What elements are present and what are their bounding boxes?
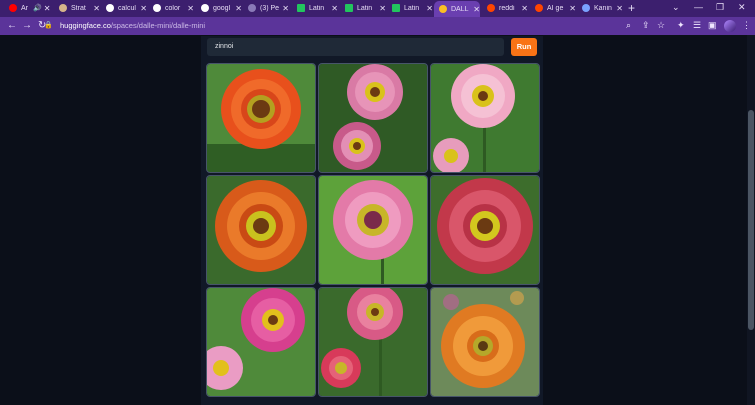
tab-search-icon[interactable]: ⌄ (672, 2, 680, 13)
generated-image-3[interactable] (430, 63, 540, 173)
tab-title: (3) Pe (260, 4, 280, 12)
page-icon (59, 4, 67, 12)
close-icon[interactable]: ✕ (569, 4, 576, 13)
close-icon[interactable]: ✕ (187, 4, 194, 13)
bookmark-star-icon[interactable]: ☆ (657, 20, 665, 31)
generated-image-5[interactable] (318, 175, 428, 285)
reddit-icon (487, 4, 495, 12)
generated-image-2[interactable] (318, 63, 428, 173)
tab-title: reddi (499, 4, 515, 12)
close-icon[interactable]: ✕ (473, 5, 480, 14)
tab-9[interactable]: Latin ✕ (387, 1, 433, 15)
minimize-icon[interactable]: — (694, 2, 703, 12)
generated-image-9[interactable] (430, 287, 540, 397)
close-icon[interactable]: ✕ (616, 4, 623, 13)
tab-1[interactable]: Ar 🔊 ✕ (4, 1, 52, 15)
tab-title: color (165, 4, 181, 12)
tab-7[interactable]: Latin ✕ (292, 1, 338, 15)
youtube-icon (9, 4, 17, 12)
tab-title: AI ge (547, 4, 564, 12)
lock-icon[interactable]: 🔒 (44, 19, 53, 33)
google-icon (153, 4, 161, 12)
new-tab-button[interactable]: + (628, 1, 635, 15)
tab-title: Latin (357, 4, 373, 12)
close-icon[interactable]: ✕ (426, 4, 433, 13)
tab-5[interactable]: googl ✕ (196, 1, 242, 15)
zoom-icon[interactable]: ⌕ (626, 20, 631, 31)
address-bar[interactable]: 🔒 huggingface.co/spaces/dalle-mini/dalle… (44, 19, 570, 33)
tab-title: Latin (309, 4, 325, 12)
tab-4[interactable]: color ✕ (148, 1, 194, 15)
forward-icon[interactable]: → (22, 20, 32, 31)
extensions-icon[interactable]: ✦ (677, 20, 685, 31)
run-button[interactable]: Run (511, 38, 537, 56)
tab-title: Ar (21, 4, 28, 12)
reading-list-icon[interactable]: ☰ (693, 20, 701, 31)
tab-6[interactable]: (3) Pe ✕ (243, 1, 289, 15)
page-icon (582, 4, 590, 12)
side-panel-icon[interactable]: ▣ (708, 20, 717, 31)
google-icon (106, 4, 114, 12)
hugging-face-icon (439, 5, 447, 13)
tab-3[interactable]: calcul ✕ (101, 1, 147, 15)
share-icon[interactable]: ⇪ (642, 20, 650, 31)
menu-icon[interactable]: ⋮ (742, 20, 751, 31)
prompt-input[interactable]: zinnoi (207, 38, 504, 56)
maximize-icon[interactable]: ❐ (716, 2, 724, 13)
tab-title: Strat (71, 4, 86, 12)
tab-13[interactable]: Kanin ✕ (577, 1, 623, 15)
close-window-icon[interactable]: ✕ (738, 2, 746, 13)
l-icon (345, 4, 353, 12)
tab-title: DALL (451, 5, 469, 13)
close-icon[interactable]: ✕ (331, 4, 338, 13)
url-path: /spaces/dalle-mini/dalle-mini (110, 21, 206, 30)
tab-11[interactable]: reddi ✕ (482, 1, 528, 15)
tab-title: Latin (404, 4, 420, 12)
close-icon[interactable]: ✕ (235, 4, 242, 13)
l-icon (392, 4, 400, 12)
address-toolbar: ← → ↻ 🔒 huggingface.co/spaces/dalle-mini… (0, 17, 755, 35)
generated-image-1[interactable] (206, 63, 316, 173)
generated-image-6[interactable] (430, 175, 540, 285)
generated-image-4[interactable] (206, 175, 316, 285)
back-icon[interactable]: ← (7, 20, 17, 31)
scrollbar-thumb[interactable] (748, 110, 754, 330)
tab-title: calcul (118, 4, 136, 12)
url-host: huggingface.co (60, 21, 111, 30)
close-icon[interactable]: ✕ (379, 4, 386, 13)
tab-8[interactable]: Latin ✕ (340, 1, 386, 15)
close-icon[interactable]: ✕ (282, 4, 289, 13)
l-icon (297, 4, 305, 12)
tab-title: Kanin (594, 4, 612, 12)
close-icon[interactable]: ✕ (93, 4, 100, 13)
close-icon[interactable]: ✕ (140, 4, 147, 13)
page-icon (248, 4, 256, 12)
google-icon (201, 4, 209, 12)
tab-title: googl (213, 4, 231, 12)
reddit-icon (535, 4, 543, 12)
generated-image-7[interactable] (206, 287, 316, 397)
generated-image-8[interactable] (318, 287, 428, 397)
tab-12[interactable]: AI ge ✕ (530, 1, 576, 15)
tab-10[interactable]: DALL ✕ (434, 1, 480, 17)
close-icon[interactable]: ✕ (44, 4, 51, 13)
audio-icon[interactable]: 🔊 (33, 4, 42, 12)
close-icon[interactable]: ✕ (521, 4, 528, 13)
tab-2[interactable]: Strat ✕ (54, 1, 100, 15)
tab-strip: Ar 🔊 ✕ Strat ✕ calcul ✕ color ✕ googl ✕ … (0, 0, 755, 17)
profile-avatar[interactable] (724, 20, 736, 32)
